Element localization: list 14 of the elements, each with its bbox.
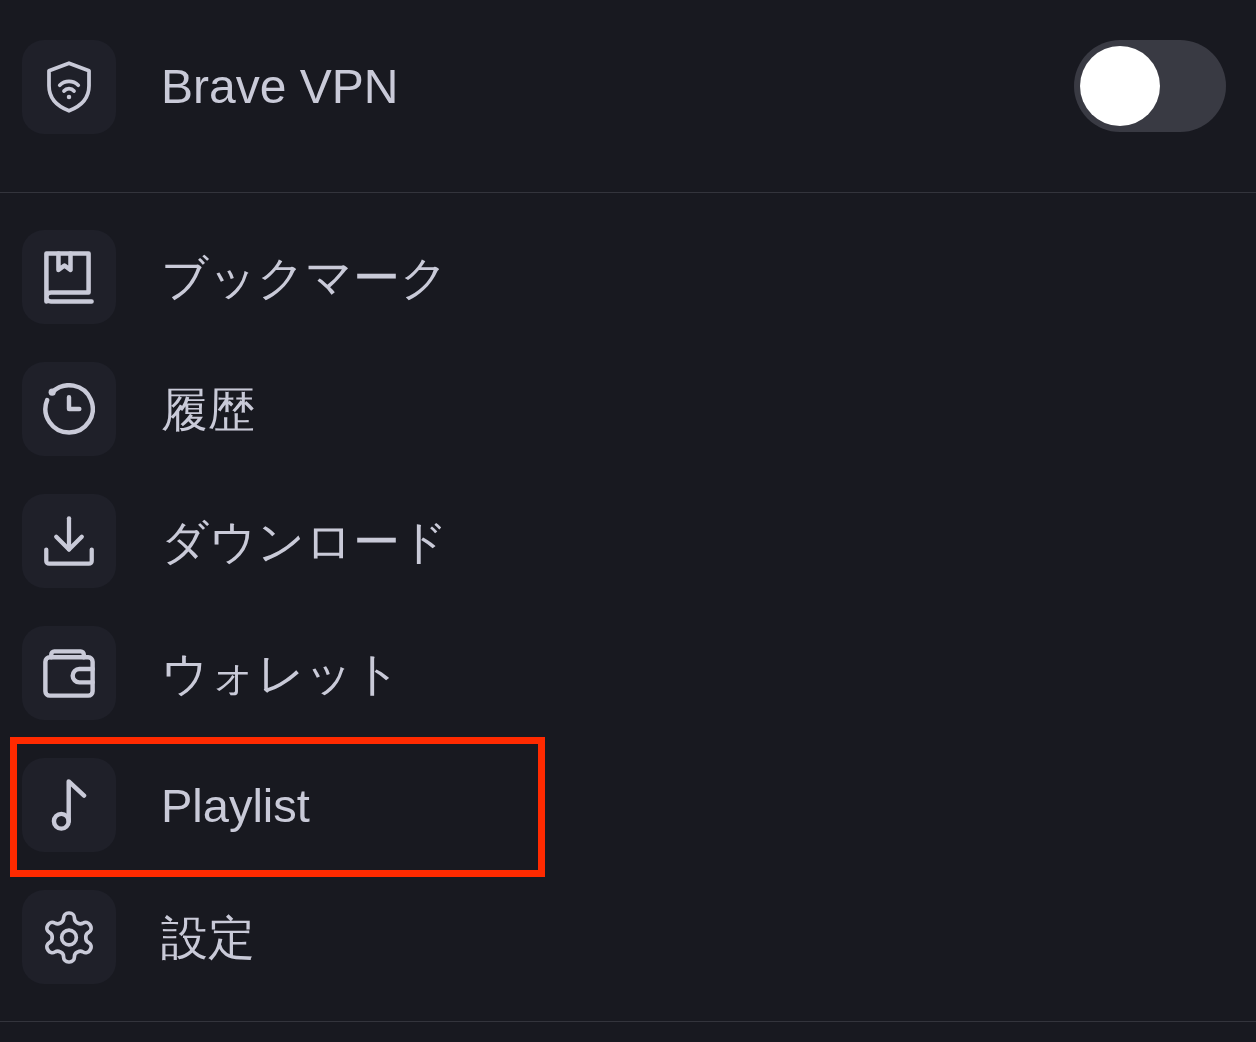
vpn-label: Brave VPN (161, 63, 399, 111)
music-note-icon (22, 758, 116, 852)
shield-wifi-icon (22, 40, 116, 134)
bookmark-book-icon (22, 230, 116, 324)
menu-item[interactable]: Playlist (22, 758, 310, 852)
menu-item[interactable]: ダウンロード (22, 494, 448, 588)
menu-item[interactable]: ウォレット (22, 626, 401, 720)
settings-icon (22, 890, 116, 984)
menu-item[interactable]: 設定 (22, 890, 255, 984)
download-icon (22, 494, 116, 588)
menu-item[interactable]: 履歴 (22, 362, 255, 456)
history-icon (22, 362, 116, 456)
wallet-icon (22, 626, 116, 720)
menu-item[interactable]: ブックマーク (22, 230, 448, 324)
